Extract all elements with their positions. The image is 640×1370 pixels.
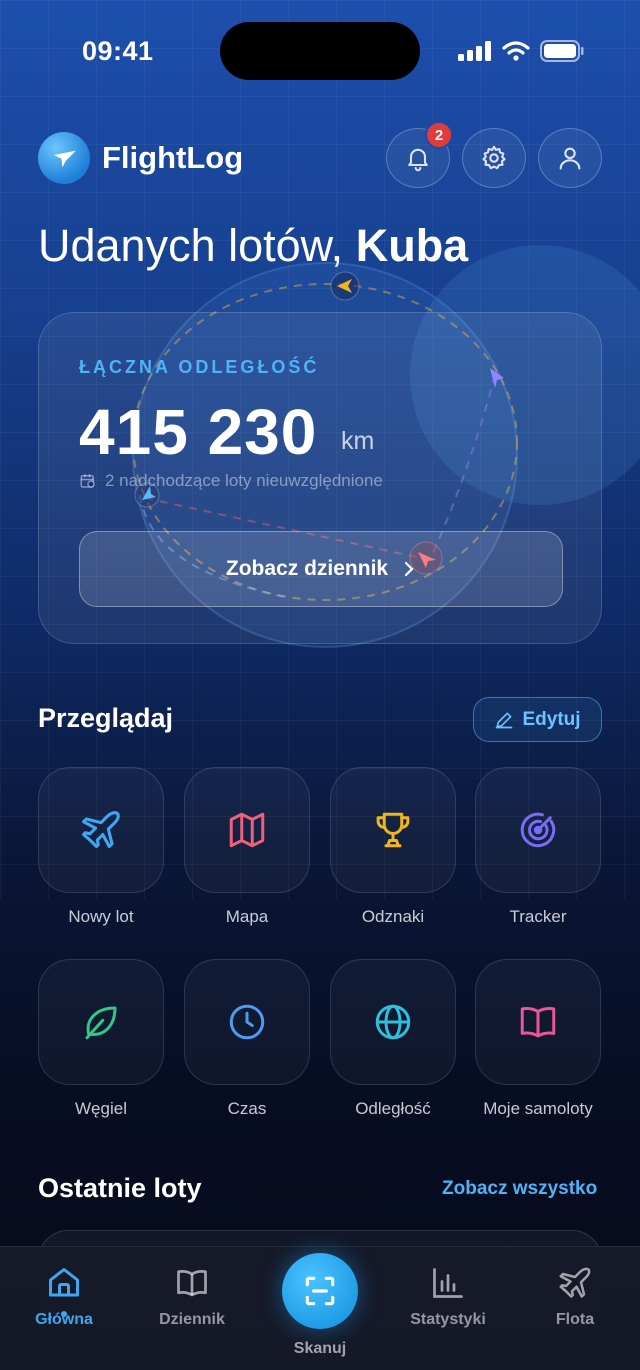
plane-icon — [53, 150, 76, 168]
greeting-name: Kuba — [355, 220, 469, 271]
notification-badge: 2 — [425, 121, 453, 149]
tab-home[interactable]: Główna — [9, 1265, 119, 1345]
tile-distance[interactable] — [330, 959, 456, 1085]
upcoming-flights-note: 2 nadchodzące loty nieuwzględnione — [79, 471, 383, 491]
status-time: 09:41 — [82, 36, 154, 66]
plane-icon — [82, 811, 120, 849]
edit-button[interactable]: Edytuj — [473, 697, 602, 742]
pencil-icon — [496, 712, 513, 728]
bar-chart-icon — [433, 1268, 463, 1298]
distance-unit: km — [341, 427, 375, 455]
tile-label-new-flight: Nowy lot — [68, 907, 134, 926]
book-open-icon — [177, 1270, 207, 1297]
plane-icon — [559, 1267, 591, 1298]
tile-label-my-aircraft: Moje samoloty — [483, 1099, 593, 1118]
app-name: FlightLog — [102, 140, 244, 175]
status-bar: 09:41 — [0, 0, 640, 100]
greeting: Udanych lotów, Kuba — [38, 220, 468, 272]
tile-label-carbon: Węgiel — [75, 1099, 127, 1118]
scan-button[interactable] — [282, 1253, 358, 1329]
tile-carbon[interactable] — [38, 959, 164, 1085]
view-logbook-button[interactable]: Zobacz dziennik — [79, 531, 563, 607]
dynamic-island — [220, 22, 420, 80]
bell-icon — [408, 148, 428, 172]
status-icons — [458, 40, 584, 62]
radar-icon — [520, 812, 556, 848]
globe-icon — [375, 1004, 411, 1040]
recent-flights-title: Ostatnie loty — [38, 1173, 202, 1203]
total-distance-value: 415 230 — [79, 396, 318, 468]
user-icon — [559, 147, 581, 170]
chevron-right-icon — [404, 561, 414, 577]
tile-label-map: Mapa — [225, 907, 269, 926]
browse-section-title: Przeglądaj — [38, 703, 174, 733]
notifications-button[interactable]: 2 — [386, 121, 453, 188]
tab-label-logbook: Dziennik — [159, 1311, 225, 1328]
upcoming-flights-note-text: 2 nadchodzące loty nieuwzględnione — [105, 471, 383, 490]
tile-my-aircraft[interactable] — [475, 959, 601, 1085]
tile-new-flight[interactable] — [38, 767, 164, 893]
battery-icon — [540, 40, 584, 62]
tile-badges[interactable] — [330, 767, 456, 893]
tile-tracker[interactable] — [475, 767, 601, 893]
app-header: FlightLog 2 — [38, 121, 602, 188]
tab-label-statistics: Statystyki — [410, 1311, 486, 1328]
view-logbook-label: Zobacz dziennik — [225, 557, 389, 580]
tab-fleet[interactable]: Flota — [520, 1265, 630, 1345]
profile-button[interactable] — [538, 128, 602, 188]
tab-label-fleet: Flota — [555, 1311, 595, 1328]
total-distance-label: ŁĄCZNA ODLEGŁOŚĆ — [79, 357, 320, 377]
trophy-icon — [376, 812, 410, 848]
clock-icon — [229, 1004, 265, 1040]
tab-statistics[interactable]: Statystyki — [393, 1265, 503, 1345]
tab-label-scan: Skanuj — [293, 1340, 347, 1357]
cellular-signal-icon — [458, 41, 491, 61]
see-all-link[interactable]: Zobacz wszystko — [442, 1178, 597, 1200]
tab-logbook[interactable]: Dziennik — [137, 1265, 247, 1345]
tile-label-time: Czas — [227, 1099, 267, 1118]
tile-time[interactable] — [184, 959, 310, 1085]
settings-button[interactable] — [462, 128, 526, 188]
home-icon — [49, 1268, 79, 1297]
wifi-icon — [502, 41, 530, 61]
app-logo — [38, 132, 90, 184]
calendar-clock-icon — [80, 474, 95, 488]
total-distance-card: ŁĄCZNA ODLEGŁOŚĆ 415 230 km 2 nadchodząc… — [38, 312, 602, 644]
active-tab-indicator — [61, 1311, 67, 1317]
scan-icon — [305, 1276, 335, 1306]
tile-label-distance: Odległość — [355, 1099, 431, 1118]
tile-map[interactable] — [184, 767, 310, 893]
map-icon — [229, 812, 265, 848]
tile-label-badges: Odznaki — [361, 907, 425, 926]
book-icon — [520, 1007, 556, 1038]
greeting-prefix: Udanych lotów, — [38, 220, 344, 271]
tile-label-tracker: Tracker — [509, 907, 567, 926]
edit-label: Edytuj — [522, 708, 581, 730]
gear-icon — [482, 145, 506, 170]
leaf-icon — [85, 1006, 117, 1040]
